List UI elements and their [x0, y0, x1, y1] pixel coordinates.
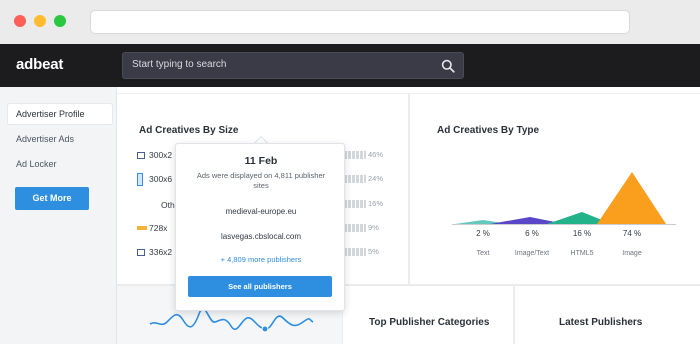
more-publishers-link[interactable]: + 4,809 more publishers	[176, 255, 346, 264]
top-publisher-categories-title: Top Publisher Categories	[369, 317, 490, 328]
sparkline-marker[interactable]	[261, 325, 269, 333]
see-all-publishers-button[interactable]: See all publishers	[188, 276, 332, 297]
type-chart-baseline	[452, 224, 676, 225]
type-peak-image	[597, 172, 666, 224]
top-publisher-categories-panel: Top Publisher Categories	[343, 286, 513, 344]
type-percent: 2 %	[476, 229, 490, 238]
publisher-tooltip: 11 Feb Ads were displayed on 4,811 publi…	[175, 143, 345, 311]
tooltip-description: Ads were displayed on 4,811 publisher si…	[196, 171, 326, 190]
type-label: Image/Text	[514, 250, 550, 257]
type-percent: 6 %	[525, 229, 539, 238]
type-label: Text	[476, 250, 490, 257]
publisher-link[interactable]: medieval-europe.eu	[176, 207, 346, 216]
tooltip-date: 11 Feb	[244, 155, 278, 167]
type-percent: 74 %	[622, 229, 642, 238]
latest-publishers-title: Latest Publishers	[559, 317, 643, 328]
type-label: Image	[622, 250, 642, 257]
type-percent: 16 %	[572, 229, 592, 238]
latest-publishers-panel: Latest Publishers	[515, 286, 700, 344]
publisher-link[interactable]: lasvegas.cbslocal.com	[176, 232, 346, 241]
type-label: HTML5	[570, 250, 594, 257]
